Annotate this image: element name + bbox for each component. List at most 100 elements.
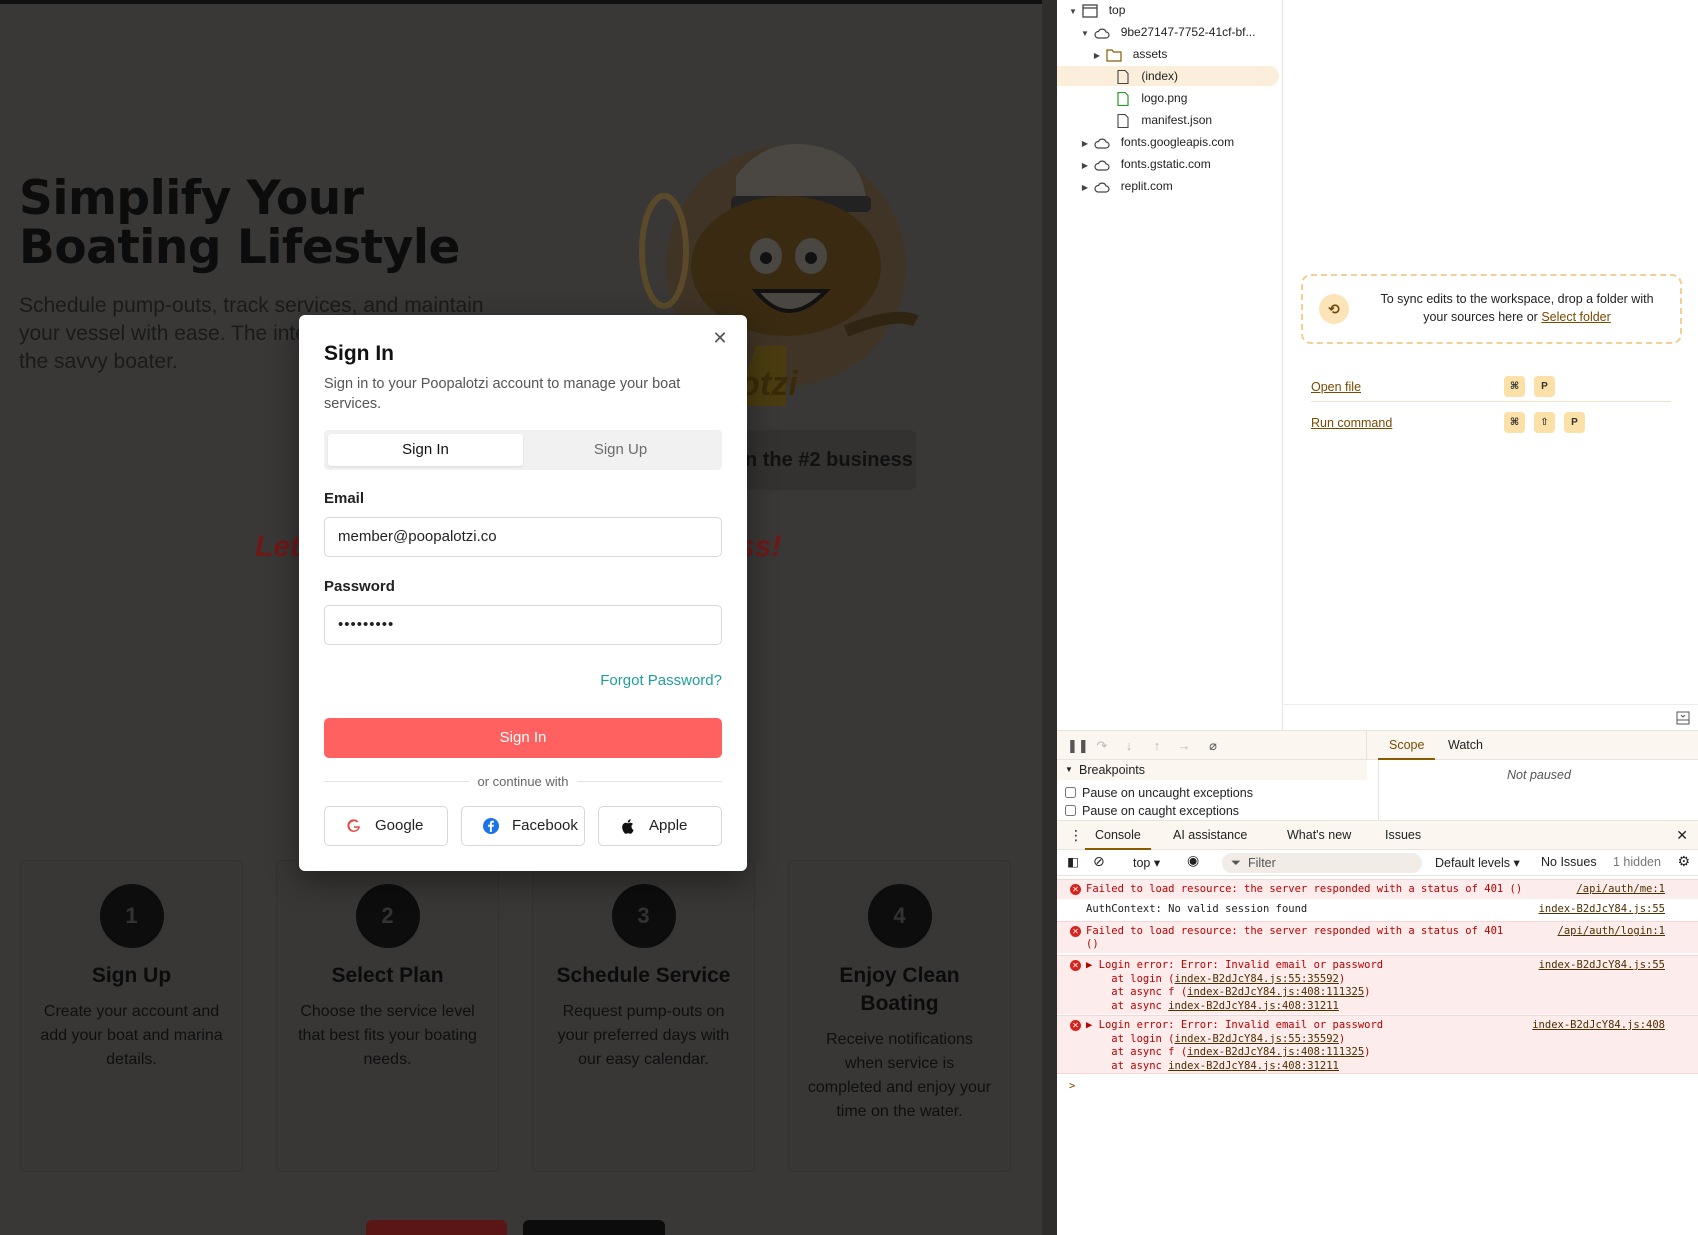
facebook-button[interactable]: Facebook <box>461 806 585 846</box>
toggle-drawer-icon[interactable] <box>1676 711 1690 725</box>
tree-item-index[interactable]: (index) <box>1057 66 1279 86</box>
tab-issues[interactable]: Issues <box>1375 821 1431 850</box>
stack-link[interactable]: index-B2dJcY84.js:408:111325 <box>1187 1046 1364 1058</box>
tree-item-label: fonts.gstatic.com <box>1120 157 1211 171</box>
page-scrollbar[interactable] <box>1042 0 1057 1235</box>
tree-item-label: replit.com <box>1120 179 1173 193</box>
tab-console[interactable]: Console <box>1085 821 1151 850</box>
stack-link[interactable]: index-B2dJcY84.js:55:35592 <box>1175 973 1339 985</box>
sidebar-toggle-icon[interactable]: ◧ <box>1067 854 1079 869</box>
apple-icon <box>622 819 634 834</box>
step-out-icon[interactable]: ↑ <box>1150 739 1164 753</box>
cta-button-primary[interactable] <box>366 1220 507 1235</box>
hero-title: Simplify Your Boating Lifestyle <box>19 174 460 272</box>
tab-whats-new[interactable]: What's new <box>1277 821 1361 850</box>
sync-icon: ⟲ <box>1319 294 1349 324</box>
chevron-right-icon[interactable]: ▶ <box>1091 46 1103 66</box>
stack-line: at login (index-B2dJcY84.js:55:35592) <box>1086 1033 1345 1047</box>
facebook-label: Facebook <box>512 817 578 834</box>
filter-input[interactable]: ⏷ Filter <box>1222 853 1422 873</box>
cloud-icon <box>1094 160 1110 171</box>
pause-caught-row[interactable]: Pause on caught exceptions <box>1065 802 1239 820</box>
tree-item-googleapis[interactable]: ▶ fonts.googleapis.com <box>1079 132 1234 152</box>
tree-item-assets[interactable]: ▶ assets <box>1091 44 1167 64</box>
context-selector[interactable]: top ▾ <box>1133 855 1160 870</box>
log-text: Failed to load resource: the server resp… <box>1086 925 1504 937</box>
step-icon[interactable]: → <box>1177 739 1191 753</box>
tree-item-label: assets <box>1132 47 1168 61</box>
log-source-link[interactable]: /api/auth/login:1 <box>1558 925 1665 939</box>
stack-link[interactable]: index-B2dJcY84.js:408:31211 <box>1168 1000 1339 1012</box>
apple-button[interactable]: Apple <box>598 806 722 846</box>
tab-scope[interactable]: Scope <box>1378 731 1436 760</box>
console-prompt[interactable]: > <box>1057 1077 1698 1097</box>
password-field[interactable]: ••••••••• <box>324 605 722 645</box>
levels-dropdown[interactable]: Default levels ▾ <box>1435 855 1520 870</box>
tab-ai-assistance[interactable]: AI assistance <box>1163 821 1257 850</box>
tree-item-top[interactable]: ▼ top <box>1067 0 1125 20</box>
breakpoints-header[interactable]: ▼ Breakpoints <box>1057 760 1367 780</box>
filter-placeholder: Filter <box>1248 856 1276 870</box>
log-text[interactable]: ▶ Login error: Error: Invalid email or p… <box>1086 959 1383 973</box>
chevron-down-icon[interactable]: ▼ <box>1067 2 1079 22</box>
tab-sign-up[interactable]: Sign Up <box>523 434 718 466</box>
console-message: ✕ Failed to load resource: the server re… <box>1057 879 1698 899</box>
log-source-link[interactable]: /api/auth/me:1 <box>1576 883 1665 897</box>
log-source-link[interactable]: index-B2dJcY84.js:55 <box>1539 959 1665 973</box>
tab-watch[interactable]: Watch <box>1437 731 1494 760</box>
console-message: ✕ ▶ Login error: Error: Invalid email or… <box>1057 955 1698 1014</box>
step-number: 1 <box>99 884 164 948</box>
email-field[interactable]: member@poopalotzi.co <box>324 517 722 557</box>
step-title: Sign Up <box>91 964 172 987</box>
tree-item-gstatic[interactable]: ▶ fonts.gstatic.com <box>1079 154 1211 174</box>
log-text[interactable]: ▶ Login error: Error: Invalid email or p… <box>1086 1019 1383 1033</box>
more-options-icon[interactable]: ⋮ <box>1069 821 1083 850</box>
chevron-right-icon[interactable]: ▶ <box>1079 134 1091 154</box>
sign-in-button[interactable]: Sign In <box>324 718 722 758</box>
auth-tabs: Sign In Sign Up <box>324 430 722 470</box>
run-command-link[interactable]: Run command <box>1311 416 1392 430</box>
select-folder-link[interactable]: Select folder <box>1541 310 1610 324</box>
cta-button-secondary[interactable] <box>523 1220 665 1235</box>
hero-title-line-2: Boating Lifestyle <box>19 220 460 275</box>
step-number: 4 <box>867 884 932 948</box>
eye-icon[interactable]: ◉ <box>1187 852 1199 869</box>
step-over-icon[interactable]: ↷ <box>1095 739 1109 753</box>
close-drawer-icon[interactable]: ✕ <box>1676 821 1688 850</box>
deactivate-breakpoints-icon[interactable]: ⌀ <box>1206 739 1220 753</box>
no-issues-button[interactable]: No Issues <box>1541 855 1597 869</box>
pause-caught-checkbox[interactable] <box>1065 805 1076 816</box>
stack-prefix: at async f ( <box>1086 1046 1188 1058</box>
chevron-right-icon[interactable]: ▶ <box>1079 156 1091 176</box>
stack-suffix: ) <box>1364 1046 1371 1058</box>
stack-link[interactable]: index-B2dJcY84.js:408:111325 <box>1187 986 1364 998</box>
open-file-link[interactable]: Open file <box>1311 380 1361 394</box>
pause-uncaught-checkbox[interactable] <box>1065 787 1076 798</box>
stack-link[interactable]: index-B2dJcY84.js:408:31211 <box>1168 1060 1339 1072</box>
google-button[interactable]: Google <box>324 806 448 846</box>
chevron-right-icon[interactable]: ▶ <box>1079 178 1091 198</box>
pause-icon[interactable]: ❚❚ <box>1067 739 1089 753</box>
tab-sign-in[interactable]: Sign In <box>328 434 523 466</box>
stack-link[interactable]: index-B2dJcY84.js:55:35592 <box>1175 1033 1339 1045</box>
tree-item-origin[interactable]: ▼ 9be27147-7752-41cf-bf... <box>1079 22 1255 42</box>
tree-item-logo[interactable]: logo.png <box>1115 88 1187 108</box>
workspace-drop-zone[interactable]: ⟲ To sync edits to the workspace, drop a… <box>1301 274 1682 344</box>
folder-icon <box>1106 49 1122 62</box>
stack-line: at async index-B2dJcY84.js:408:31211 <box>1086 1060 1339 1074</box>
tree-item-manifest[interactable]: manifest.json <box>1115 110 1212 130</box>
stack-line: at async f (index-B2dJcY84.js:408:111325… <box>1086 986 1370 1000</box>
modal-description: Sign in to your Poopalotzi account to ma… <box>324 376 681 412</box>
tree-item-replit[interactable]: ▶ replit.com <box>1079 176 1173 196</box>
devtools-panel: ▼ top ▼ 9be27147-7752-41cf-bf... ▶ asset… <box>1057 0 1698 1235</box>
close-icon[interactable]: ✕ <box>711 329 729 347</box>
forgot-password-link[interactable]: Forgot Password? <box>600 672 722 689</box>
stack-line: at async index-B2dJcY84.js:408:31211 <box>1086 1000 1339 1014</box>
chevron-down-icon[interactable]: ▼ <box>1079 24 1091 44</box>
log-source-link[interactable]: index-B2dJcY84.js:408 <box>1532 1019 1665 1033</box>
pause-uncaught-row[interactable]: Pause on uncaught exceptions <box>1065 784 1253 802</box>
gear-icon[interactable]: ⚙ <box>1677 853 1690 870</box>
clear-console-icon[interactable]: ⊘ <box>1093 853 1105 870</box>
step-into-icon[interactable]: ↓ <box>1122 739 1136 753</box>
log-source-link[interactable]: index-B2dJcY84.js:55 <box>1539 903 1665 917</box>
